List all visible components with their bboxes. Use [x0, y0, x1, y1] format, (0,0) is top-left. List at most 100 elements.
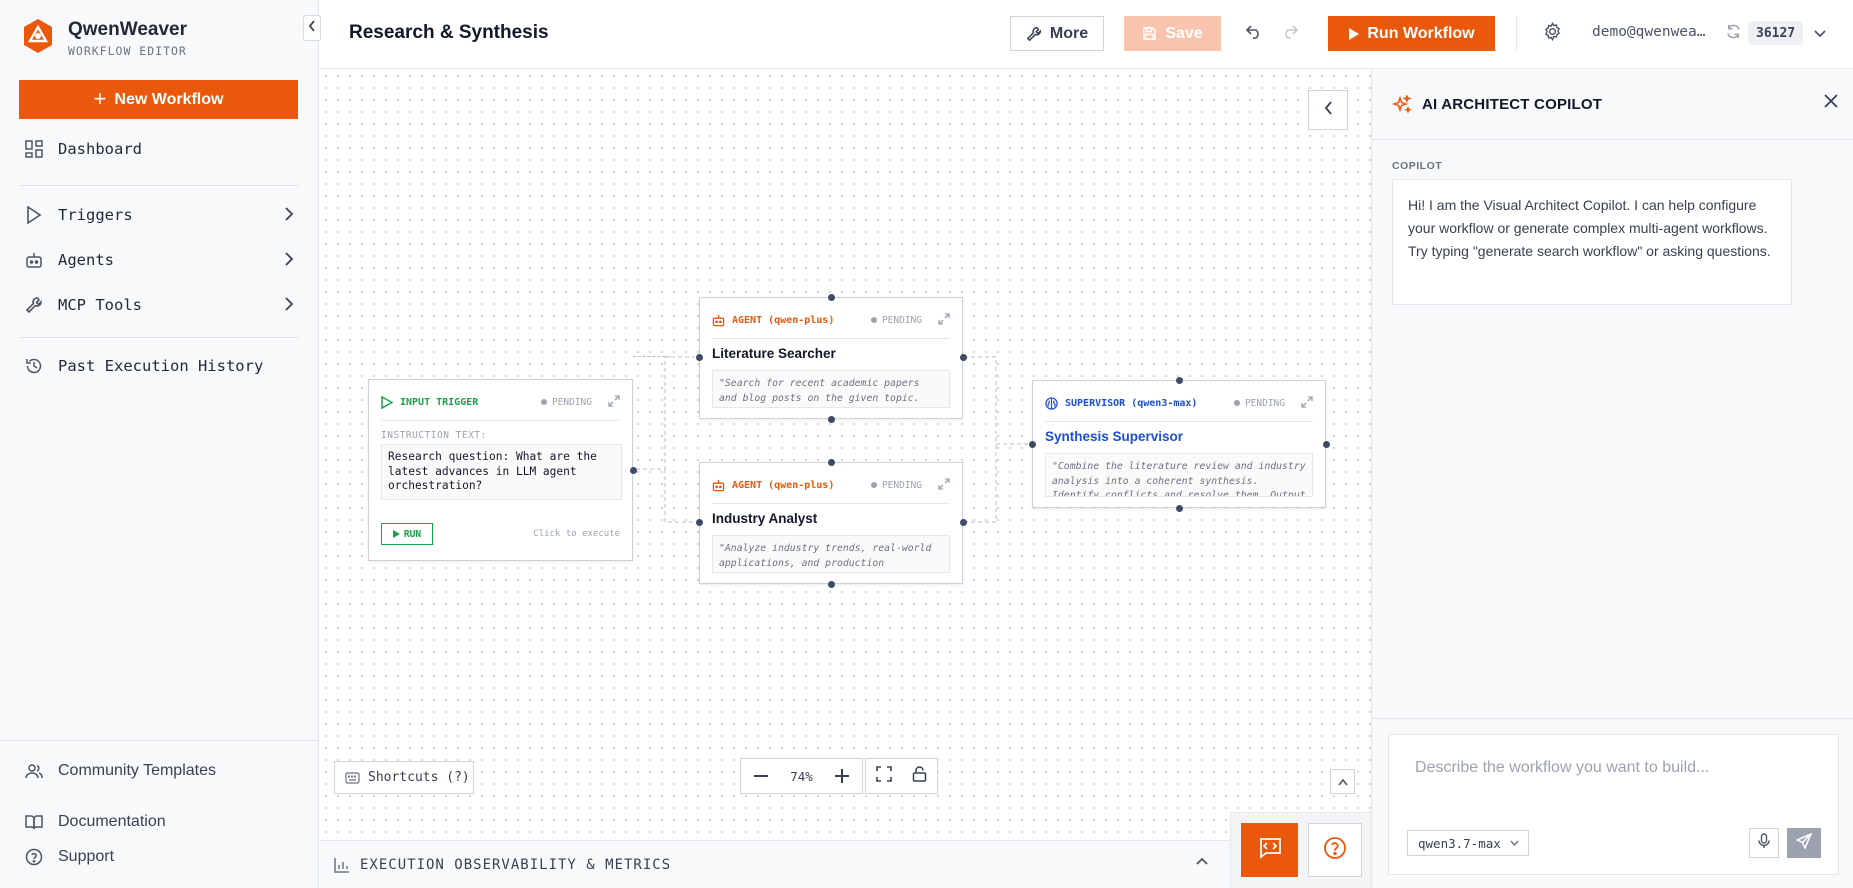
prompt-placeholder: Describe the workflow you want to build.… — [1415, 759, 1710, 776]
input-port[interactable] — [1176, 377, 1183, 384]
shortcuts-button[interactable]: Shortcuts (?) — [334, 761, 474, 794]
run-workflow-label: Run Workflow — [1367, 24, 1475, 42]
bot-icon — [712, 479, 725, 492]
users-icon — [24, 761, 44, 781]
brain-icon — [1045, 396, 1058, 410]
scroll-up-button[interactable] — [1330, 769, 1355, 794]
send-button[interactable] — [1787, 828, 1821, 858]
zoom-out-button[interactable] — [741, 775, 780, 777]
run-trigger-button[interactable]: RUN — [381, 523, 433, 545]
brand[interactable]: QwenWeaver WORKFLOW EDITOR — [22, 18, 187, 59]
gear-icon — [1543, 21, 1562, 46]
support-link[interactable]: Support — [24, 847, 114, 867]
output-port[interactable] — [960, 354, 967, 361]
input-port[interactable] — [696, 354, 703, 361]
sidebar-item-history[interactable]: Past Execution History — [24, 351, 294, 381]
input-port[interactable] — [828, 459, 835, 466]
sidebar-item-label: Triggers — [58, 206, 133, 224]
node-title: Synthesis Supervisor — [1045, 429, 1184, 444]
copilot-panel: AI ARCHITECT COPILOT COPILOT Hi! I am th… — [1371, 70, 1853, 888]
book-icon — [24, 812, 44, 832]
refresh-button[interactable] — [1721, 22, 1745, 46]
shortcuts-label: Shortcuts (?) — [368, 770, 470, 785]
bar-chart-icon — [334, 857, 350, 873]
instruction-text-field[interactable]: Research question: What are the latest a… — [381, 444, 622, 500]
account-dropdown-button[interactable] — [1808, 22, 1832, 46]
copilot-prompt-input[interactable]: Describe the workflow you want to build.… — [1388, 734, 1839, 875]
voice-input-button[interactable] — [1749, 828, 1779, 858]
chevron-down-icon — [1814, 25, 1826, 43]
model-select[interactable]: qwen3.7-max — [1407, 830, 1529, 856]
play-icon — [24, 205, 44, 225]
expand-icon[interactable] — [938, 478, 950, 493]
literature-searcher-node[interactable]: AGENT (qwen-plus) PENDING Literature Sea… — [696, 294, 967, 423]
community-templates-link[interactable]: Community Templates — [24, 761, 216, 781]
mic-icon — [1758, 832, 1770, 854]
input-port[interactable] — [1029, 441, 1036, 448]
industry-analyst-node[interactable]: AGENT (qwen-plus) PENDING Industry Analy… — [696, 459, 967, 588]
chevron-right-icon — [284, 297, 294, 315]
expand-icon[interactable] — [1301, 396, 1313, 411]
redo-button[interactable] — [1278, 22, 1302, 46]
output-port[interactable] — [828, 581, 835, 588]
output-port[interactable] — [1176, 505, 1183, 512]
brand-name: QwenWeaver — [68, 19, 187, 40]
expand-icon[interactable] — [608, 395, 620, 410]
credits-badge: 36127 — [1748, 21, 1804, 45]
keyboard-icon — [345, 771, 360, 784]
more-button[interactable]: More — [1010, 16, 1104, 51]
user-email[interactable]: demo@qwenwea… — [1592, 24, 1706, 40]
expand-icon[interactable] — [938, 313, 950, 328]
status-badge: PENDING — [871, 315, 922, 326]
save-button[interactable]: Save — [1124, 16, 1221, 51]
status-badge: PENDING — [1234, 398, 1285, 409]
observability-panel-toggle[interactable]: EXECUTION OBSERVABILITY & METRICS — [320, 840, 1230, 888]
output-port[interactable] — [1323, 441, 1330, 448]
output-port[interactable] — [828, 416, 835, 423]
collapse-sidebar-button[interactable] — [303, 15, 321, 41]
copilot-message: Hi! I am the Visual Architect Copilot. I… — [1392, 179, 1792, 305]
help-button[interactable] — [1308, 823, 1362, 877]
redo-icon — [1282, 24, 1299, 44]
sidebar: QwenWeaver WORKFLOW EDITOR + New Workflo… — [0, 0, 319, 888]
undo-button[interactable] — [1242, 22, 1266, 46]
sidebar-item-mcp-tools[interactable]: MCP Tools — [24, 290, 294, 320]
settings-button[interactable] — [1540, 21, 1564, 46]
more-label: More — [1049, 24, 1089, 42]
sidebar-item-label: Agents — [58, 251, 114, 269]
output-port[interactable] — [630, 467, 637, 474]
lock-icon[interactable] — [912, 765, 927, 787]
new-workflow-button[interactable]: + New Workflow — [19, 80, 298, 119]
documentation-link[interactable]: Documentation — [24, 812, 166, 832]
chevron-right-icon — [284, 207, 294, 225]
run-workflow-button[interactable]: Run Workflow — [1328, 16, 1495, 51]
community-templates-label: Community Templates — [58, 762, 216, 779]
output-port[interactable] — [960, 519, 967, 526]
sidebar-item-label: MCP Tools — [58, 296, 142, 314]
input-port[interactable] — [696, 519, 703, 526]
refresh-icon — [1726, 24, 1741, 44]
synthesis-supervisor-node[interactable]: SUPERVISOR (qwen3-max) PENDING Synthesis… — [1029, 377, 1330, 512]
sidebar-item-label: Dashboard — [58, 140, 142, 158]
input-port[interactable] — [828, 294, 835, 301]
wrench-icon — [1026, 26, 1042, 42]
close-icon[interactable] — [1824, 94, 1838, 113]
new-workflow-label: New Workflow — [114, 90, 224, 108]
save-label: Save — [1165, 24, 1203, 42]
sidebar-item-triggers[interactable]: Triggers — [24, 200, 294, 230]
chevron-up-icon — [1174, 857, 1230, 865]
fit-view-icon[interactable] — [876, 765, 892, 787]
sidebar-item-agents[interactable]: Agents — [24, 245, 294, 275]
sparkles-icon — [1392, 94, 1412, 115]
node-title: Industry Analyst — [712, 511, 818, 526]
input-trigger-node[interactable]: INPUT TRIGGER PENDING INSTRUCTION TEXT: … — [368, 379, 637, 561]
instruction-label: INSTRUCTION TEXT: — [381, 430, 487, 441]
copilot-chat-button[interactable] — [1241, 823, 1298, 877]
sidebar-item-dashboard[interactable]: Dashboard — [24, 134, 294, 164]
divider — [712, 338, 950, 339]
toggle-copilot-button[interactable] — [1308, 90, 1348, 130]
logo-icon — [22, 18, 54, 59]
workflow-canvas[interactable]: INPUT TRIGGER PENDING INSTRUCTION TEXT: … — [320, 70, 1371, 839]
top-bar: Research & Synthesis More Save Run Workf… — [320, 0, 1853, 69]
zoom-in-button[interactable] — [823, 769, 862, 783]
